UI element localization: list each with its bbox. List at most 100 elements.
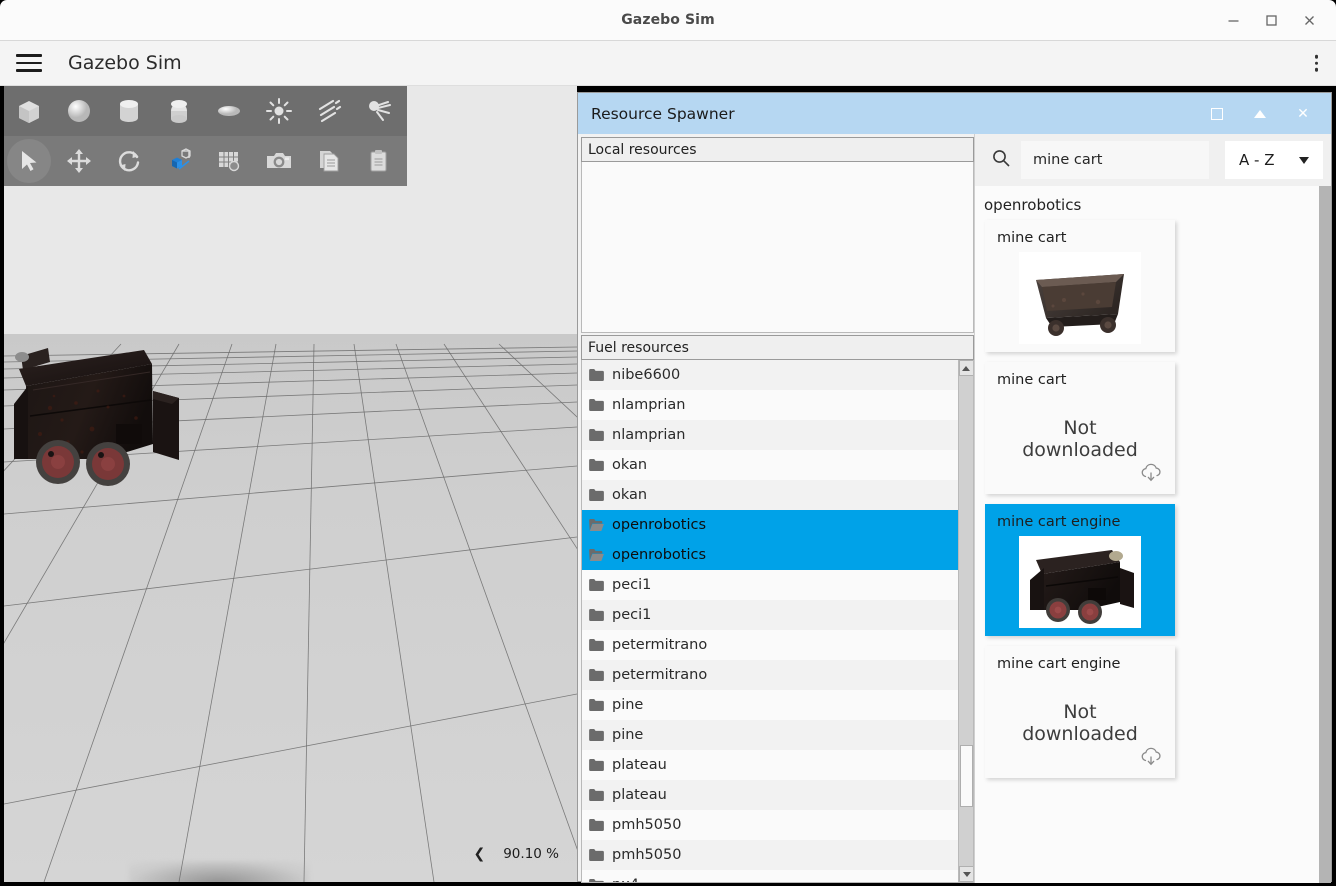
fuel-resource-row[interactable]: openrobotics [582, 540, 958, 570]
search-input[interactable] [1021, 141, 1209, 179]
model-card[interactable]: mine cart [985, 220, 1175, 352]
model-card[interactable]: mine cart engine [985, 504, 1175, 636]
folder-icon [589, 399, 604, 411]
folder-icon [589, 699, 604, 711]
folder-icon [589, 759, 604, 771]
paste-icon[interactable] [354, 136, 404, 186]
zoom-value: 90.10 % [503, 846, 559, 862]
fuel-resource-row[interactable]: nlamprian [582, 420, 958, 450]
model-card[interactable]: mine cart engine Not downloaded [985, 646, 1175, 778]
folder-icon [589, 579, 604, 591]
folder-icon [589, 819, 604, 831]
chevron-left-icon[interactable]: ❮ [473, 846, 485, 862]
resource-spawner-header: Resource Spawner ✕ [578, 93, 1331, 134]
fuel-resource-row[interactable]: peci1 [582, 570, 958, 600]
mine-cart-engine-thumbnail [1030, 550, 1134, 624]
model-card-name: mine cart [997, 372, 1067, 388]
fuel-resource-label: plateau [612, 757, 667, 773]
fuel-resource-label: px4 [612, 877, 639, 882]
sphere-shape-icon[interactable] [54, 86, 104, 136]
mine-cart-thumbnail [1036, 274, 1124, 336]
snap-grid-icon[interactable] [204, 136, 254, 186]
folder-open-icon [589, 519, 604, 531]
fuel-resource-label: plateau [612, 787, 667, 803]
resource-spawner-panel: Resource Spawner ✕ Local resources Fuel … [577, 92, 1332, 883]
search-bar: A - Z [975, 134, 1331, 186]
fuel-resource-row[interactable]: nlamprian [582, 390, 958, 420]
fuel-resource-row[interactable]: pine [582, 720, 958, 750]
fuel-resource-label: openrobotics [612, 547, 707, 563]
fuel-resource-row[interactable]: peci1 [582, 600, 958, 630]
folder-icon [589, 429, 604, 441]
fuel-resource-row[interactable]: petermitrano [582, 630, 958, 660]
cloud-download-icon[interactable] [1139, 462, 1163, 482]
fuel-resource-label: pine [612, 727, 644, 743]
fuel-items-container: nibe6600 nlamprian nlamprian okan okan openro… [582, 360, 958, 882]
cylinder-shape-icon[interactable] [104, 86, 154, 136]
sort-order-value: A - Z [1239, 151, 1275, 169]
rotate-icon[interactable] [104, 136, 154, 186]
select-arrow-icon[interactable] [4, 136, 54, 186]
fuel-resource-row[interactable]: petermitrano [582, 660, 958, 690]
kebab-menu-icon[interactable] [1314, 54, 1318, 72]
sort-order-select[interactable]: A - Z [1225, 141, 1323, 179]
scroll-down-button[interactable] [959, 866, 973, 882]
fuel-list-scrollbar[interactable] [958, 360, 973, 882]
fuel-resource-row[interactable]: nibe6600 [582, 360, 958, 390]
fuel-resource-label: pine [612, 697, 644, 713]
fuel-resource-row[interactable]: px4 [582, 870, 958, 882]
square-icon [1211, 107, 1223, 120]
point-light-icon[interactable] [254, 86, 304, 136]
fuel-resource-label: petermitrano [612, 637, 708, 653]
fuel-resource-row[interactable]: pmh5050 [582, 840, 958, 870]
folder-icon [589, 849, 604, 861]
capsule-shape-icon[interactable] [154, 86, 204, 136]
fuel-resource-label: nibe6600 [612, 367, 681, 383]
fuel-resource-row[interactable]: openrobotics [582, 510, 958, 540]
scale-icon[interactable] [154, 136, 204, 186]
hamburger-icon[interactable] [16, 54, 42, 72]
local-resources-list[interactable] [581, 162, 974, 333]
folder-icon [589, 789, 604, 801]
resource-owner-column: Local resources Fuel resources nibe6600 n… [578, 134, 974, 883]
fuel-resource-label: okan [612, 487, 648, 503]
model-card[interactable]: mine cart Not downloaded [985, 362, 1175, 494]
window-minimize-icon[interactable] [1224, 12, 1242, 30]
cloud-download-icon[interactable] [1139, 746, 1163, 766]
window-title: Gazebo Sim [621, 12, 715, 28]
float-panel-button[interactable] [1209, 106, 1225, 122]
fuel-resource-row[interactable]: plateau [582, 780, 958, 810]
model-card-name: mine cart engine [997, 514, 1121, 530]
mine-cart-engine-model[interactable] [4, 334, 184, 534]
fuel-resource-row[interactable]: pmh5050 [582, 810, 958, 840]
collapse-panel-button[interactable] [1252, 106, 1268, 122]
translate-icon[interactable] [54, 136, 104, 186]
screenshot-camera-icon[interactable] [254, 136, 304, 186]
window-close-icon[interactable] [1300, 12, 1318, 30]
triangle-down-icon [962, 871, 971, 877]
window-maximize-icon[interactable] [1262, 12, 1280, 30]
fuel-resource-label: pmh5050 [612, 817, 682, 833]
copy-icon[interactable] [304, 136, 354, 186]
triangle-up-icon [1254, 109, 1266, 118]
directional-light-icon[interactable] [304, 86, 354, 136]
download-model-button[interactable] [1139, 746, 1163, 770]
render-viewport[interactable]: ❮ 90.10 % [4, 86, 577, 882]
fuel-resource-label: nlamprian [612, 427, 686, 443]
model-list-scrollbar[interactable] [1319, 186, 1331, 883]
ellipsoid-shape-icon[interactable] [204, 86, 254, 136]
fuel-resource-row[interactable]: okan [582, 480, 958, 510]
model-browser-column: A - Z openrobotics mine cartmine cartNot… [974, 134, 1331, 883]
spot-light-icon[interactable] [354, 86, 404, 136]
box-shape-icon[interactable] [4, 86, 54, 136]
download-model-button[interactable] [1139, 462, 1163, 486]
fuel-resources-list[interactable]: nibe6600 nlamprian nlamprian okan okan openro… [581, 360, 974, 883]
scroll-thumb[interactable] [960, 745, 973, 807]
fuel-resource-row[interactable]: plateau [582, 750, 958, 780]
fuel-resource-row[interactable]: pine [582, 690, 958, 720]
model-card-name: mine cart engine [997, 656, 1121, 672]
fuel-resource-row[interactable]: okan [582, 450, 958, 480]
folder-icon [589, 879, 604, 882]
close-panel-button[interactable]: ✕ [1295, 106, 1311, 122]
scroll-up-button[interactable] [958, 360, 973, 376]
